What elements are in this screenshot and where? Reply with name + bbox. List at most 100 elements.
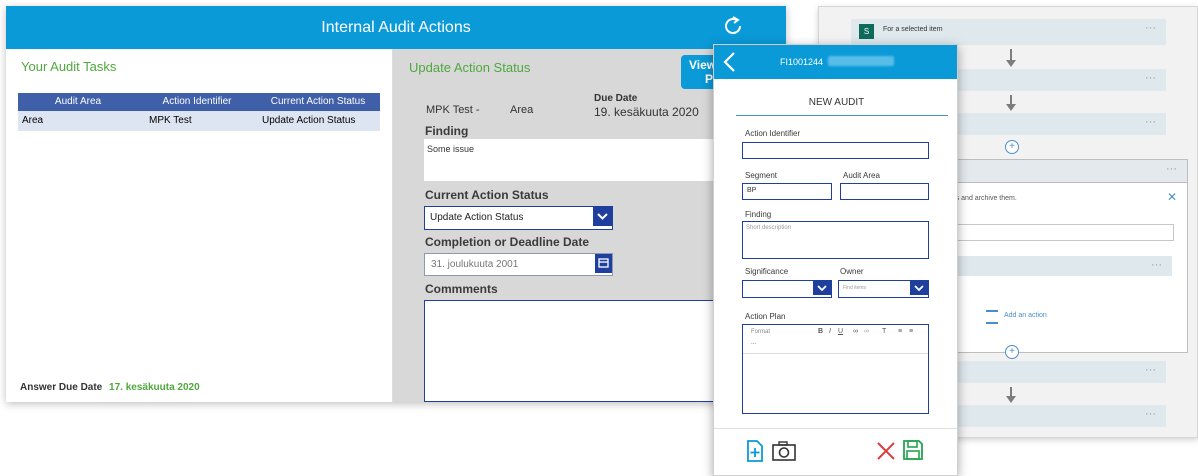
more-options-icon[interactable]: ··· — [1145, 408, 1156, 420]
camera-icon[interactable] — [771, 440, 797, 462]
more-icon[interactable]: ... — [751, 340, 756, 346]
owner-placeholder: Find items — [843, 285, 867, 291]
mobile-header: FI1001244 — [714, 45, 957, 79]
comments-label: Commments — [425, 282, 498, 296]
owner-label: Owner — [840, 267, 864, 276]
record-id: FI1001244 — [780, 57, 824, 67]
new-document-icon[interactable] — [745, 439, 765, 463]
table-row[interactable]: Area MPK Test Update Action Status — [18, 111, 380, 131]
more-options-icon[interactable]: ··· — [1145, 116, 1156, 128]
mobile-form-window: FI1001244 NEW AUDIT Action Identifier Se… — [713, 44, 958, 476]
significance-dropdown[interactable] — [742, 280, 832, 298]
significance-label: Significance — [745, 267, 789, 276]
form-title: NEW AUDIT — [808, 97, 865, 108]
due-date-value: 19. kesäkuuta 2020 — [594, 105, 699, 119]
answer-due-value: 17. kesäkuuta 2020 — [109, 382, 200, 393]
expanded-step-header[interactable]: ··· — [942, 160, 1187, 183]
flow-arrow — [1006, 387, 1016, 403]
update-status-heading: Update Action Status — [409, 60, 531, 75]
flow-step-label: For a selected item — [883, 26, 943, 33]
more-options-icon[interactable]: ··· — [1145, 22, 1156, 34]
finding-label: Finding — [425, 124, 469, 138]
current-status-label: Current Action Status — [425, 188, 549, 202]
step-input-field[interactable] — [946, 224, 1174, 241]
audit-app-window: Internal Audit Actions Your Audit Tasks … — [6, 6, 786, 402]
finding-field[interactable]: Some issue — [424, 139, 724, 181]
flow-expanded-step: ··· ems and archive them. ✕ ··· Add an a… — [941, 159, 1188, 353]
status-dropdown-value: Update Action Status — [430, 212, 524, 223]
action-identifier-label: Action Identifier — [745, 129, 801, 138]
close-icon[interactable]: ✕ — [1167, 190, 1177, 204]
action-plan-label: Action Plan — [745, 312, 786, 321]
tasks-table-header: Audit Area Action Identifier Current Act… — [18, 93, 380, 111]
view-button-label-2: P — [705, 72, 714, 86]
app-title: Internal Audit Actions — [321, 19, 471, 36]
save-icon[interactable] — [902, 439, 924, 461]
cancel-icon[interactable] — [876, 441, 896, 461]
finding-value: Some issue — [427, 144, 475, 154]
rich-text-toolbar: Format B I U ∞ ∞ T ≡ ≡ ... — [743, 325, 928, 354]
unlink-icon[interactable]: ∞ — [864, 328, 869, 335]
finding-label: Finding — [745, 210, 772, 219]
app-header: Internal Audit Actions — [6, 6, 786, 49]
more-options-icon[interactable]: ··· — [1145, 364, 1156, 376]
more-options-icon[interactable]: ··· — [1145, 72, 1156, 84]
footer-divider — [714, 428, 957, 429]
flow-arrow — [1006, 95, 1016, 111]
text-color-icon[interactable]: T — [882, 328, 886, 335]
due-date-label: Due Date — [594, 93, 638, 104]
link-icon[interactable]: ∞ — [853, 328, 858, 335]
segment-label: Segment — [745, 171, 778, 180]
calendar-icon[interactable] — [595, 254, 612, 273]
completion-date-value: 31. joulukuuta 2001 — [431, 259, 519, 270]
action-identifier-input[interactable] — [742, 142, 929, 159]
segment-input[interactable]: BP — [742, 183, 832, 200]
chevron-down-icon[interactable] — [813, 281, 831, 295]
answer-due-label: Answer Due Date — [20, 382, 103, 393]
add-step-plus-icon[interactable]: + — [1005, 345, 1019, 359]
tasks-heading: Your Audit Tasks — [21, 59, 117, 74]
chevron-down-icon[interactable] — [593, 207, 612, 226]
action-plan-editor[interactable]: Format B I U ∞ ∞ T ≡ ≡ ... — [742, 324, 929, 414]
owner-dropdown[interactable]: Find items — [838, 280, 929, 298]
answer-due-date: Answer Due Date 17. kesäkuuta 2020 — [20, 382, 200, 393]
flow-step-for-selected-item[interactable]: S For a selected item ··· — [851, 19, 1166, 45]
column-header-action-identifier[interactable]: Action Identifier — [138, 93, 256, 111]
chevron-down-icon[interactable] — [910, 281, 928, 295]
completion-date-picker[interactable]: 31. joulukuuta 2001 — [424, 253, 613, 276]
add-step-plus-icon[interactable]: + — [1005, 140, 1019, 154]
bold-icon[interactable]: B — [818, 328, 823, 335]
refresh-icon[interactable] — [721, 14, 745, 38]
sharepoint-icon: S — [859, 24, 874, 39]
column-header-current-action-status[interactable]: Current Action Status — [256, 93, 380, 111]
status-dropdown[interactable]: Update Action Status — [424, 206, 613, 230]
area-text: Area — [510, 104, 534, 116]
title-divider — [736, 115, 948, 116]
inner-step[interactable]: ··· — [946, 256, 1172, 276]
audit-tasks-pane: Your Audit Tasks Audit Area Action Ident… — [6, 49, 393, 402]
flow-arrow — [1006, 49, 1016, 67]
add-action-icon — [986, 310, 998, 324]
add-action-link[interactable]: Add an action — [1004, 312, 1047, 319]
back-arrow-icon[interactable] — [722, 51, 738, 73]
audit-area-label: Audit Area — [843, 171, 880, 180]
segment-value: BP — [747, 187, 757, 194]
list-icon[interactable]: ≡ — [898, 328, 902, 335]
underline-icon[interactable]: U — [838, 328, 843, 335]
finding-placeholder: Short description — [746, 225, 792, 231]
numbered-list-icon[interactable]: ≡ — [909, 328, 913, 335]
cell-action-identifier: MPK Test — [149, 115, 192, 126]
completion-date-label: Completion or Deadline Date — [425, 235, 590, 249]
italic-icon[interactable]: I — [829, 328, 831, 335]
column-header-audit-area[interactable]: Audit Area — [18, 93, 138, 111]
cell-audit-area: Area — [22, 115, 44, 126]
cell-status: Update Action Status — [262, 115, 356, 126]
more-options-icon[interactable]: ··· — [1166, 163, 1177, 175]
action-identifier-text: MPK Test - — [426, 104, 480, 116]
comments-field[interactable] — [424, 300, 726, 402]
more-options-icon[interactable]: ··· — [1151, 259, 1162, 271]
redacted-text — [828, 56, 894, 66]
finding-input[interactable]: Short description — [742, 221, 929, 259]
audit-area-input[interactable] — [840, 183, 929, 200]
format-dropdown[interactable]: Format — [751, 329, 770, 335]
